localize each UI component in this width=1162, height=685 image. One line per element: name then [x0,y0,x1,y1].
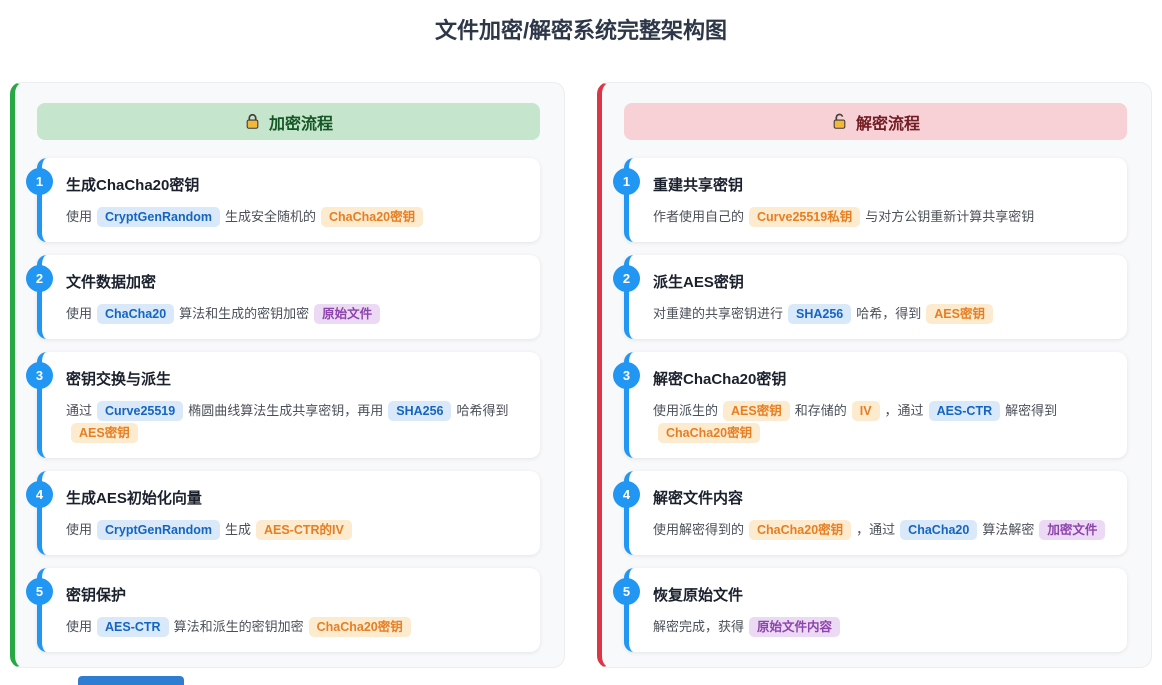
step-number-badge: 5 [613,578,640,605]
step-number-badge: 3 [613,362,640,389]
keyword-badge-orange: ChaCha20密钥 [309,617,411,637]
step-title: 文件数据加密 [66,271,524,292]
keyword-badge-blue: CryptGenRandom [97,207,220,227]
flow-columns: 加密流程 1 生成ChaCha20密钥 使用CryptGenRandom生成安全… [0,82,1162,668]
description-text: 算法解密 [982,522,1034,537]
step-title: 恢复原始文件 [653,584,1111,605]
description-text: 哈希得到 [456,403,508,418]
keyword-badge-orange: Curve25519私钥 [749,207,860,227]
description-text: 生成 [225,522,251,537]
step-title: 重建共享密钥 [653,174,1111,195]
step-card: 3 解密ChaCha20密钥 使用派生的AES密钥和存储的IV，通过AES-CT… [624,352,1127,458]
description-text: 算法和派生的密钥加密 [174,619,304,634]
step-card: 5 恢复原始文件 解密完成，获得原始文件内容 [624,568,1127,652]
description-text: 使用解密得到的 [653,522,744,537]
step-title: 生成ChaCha20密钥 [66,174,524,195]
step-number-badge: 5 [26,578,53,605]
description-text: 解密得到 [1005,403,1057,418]
step-title: 解密ChaCha20密钥 [653,368,1111,389]
keyword-badge-blue: AES-CTR [97,617,169,637]
keyword-badge-purple: 原始文件 [314,304,380,324]
description-text: 生成安全随机的 [225,209,316,224]
step-card: 1 重建共享密钥 作者使用自己的Curve25519私钥与对方公钥重新计算共享密… [624,158,1127,242]
step-description: 使用 AES-CTR 算法和派生的密钥加密 ChaCha20密钥 [66,616,524,638]
description-text: ，通过 [856,522,895,537]
keyword-badge-blue: SHA256 [388,401,451,421]
keyword-badge-orange: ChaCha20密钥 [749,520,851,540]
keyword-badge-orange: ChaCha20密钥 [321,207,423,227]
keyword-badge-orange: AES密钥 [926,304,993,324]
step-description: 对重建的共享密钥进行 SHA256 哈希，得到 AES密钥 [653,303,1111,325]
step-list: 1 重建共享密钥 作者使用自己的Curve25519私钥与对方公钥重新计算共享密… [624,158,1127,652]
description-text: 和存储的 [795,403,847,418]
step-description: 使用 CryptGenRandom 生成 AES-CTR的IV [66,519,524,541]
description-text: 与对方公钥重新计算共享密钥 [865,209,1034,224]
step-list: 1 生成ChaCha20密钥 使用CryptGenRandom生成安全随机的Ch… [37,158,540,652]
step-title: 派生AES密钥 [653,271,1111,292]
description-text: ，通过 [885,403,924,418]
keyword-badge-blue: ChaCha20 [97,304,174,324]
step-description: 通过 Curve25519 椭圆曲线算法生成共享密钥，再用 SHA256 哈希得到 AES… [66,400,524,444]
keyword-badge-orange: ChaCha20密钥 [658,423,760,443]
keyword-badge-orange: AES密钥 [723,401,790,421]
keyword-badge-blue: ChaCha20 [900,520,977,540]
keyword-badge-purple: 原始文件内容 [749,617,840,637]
keyword-badge-blue: CryptGenRandom [97,520,220,540]
step-description: 使用解密得到的 ChaCha20密钥 ，通过 ChaCha20 算法解密加密文件 [653,519,1111,541]
keyword-badge-blue: SHA256 [788,304,851,324]
description-text: 哈希，得到 [856,306,921,321]
step-description: 使用 ChaCha20 算法和生成的密钥加密原始文件 [66,303,524,325]
step-card: 5 密钥保护 使用AES-CTR算法和派生的密钥加密ChaCha20密钥 [37,568,540,652]
description-text: 使用 [66,306,92,321]
lock-closed-icon [244,113,261,130]
step-description: 作者使用自己的 Curve25519私钥与对方公钥重新计算共享密钥 [653,206,1111,228]
step-description: 解密完成，获得原始文件内容 [653,616,1111,638]
description-text: 解密完成，获得 [653,619,744,634]
description-text: 使用派生的 [653,403,718,418]
keyword-badge-orange: AES密钥 [71,423,138,443]
flow-panel-decrypt: 解密流程 1 重建共享密钥 作者使用自己的 Curve25519私钥与对方公钥重新… [597,82,1152,668]
panel-header: 加密流程 [37,103,540,140]
clipped-blue-element [78,676,184,685]
step-card: 1 生成ChaCha20密钥 使用CryptGenRandom生成安全随机的Ch… [37,158,540,242]
step-number-badge: 1 [26,168,53,195]
step-number-badge: 2 [26,265,53,292]
step-number-badge: 4 [26,481,53,508]
step-number-badge: 1 [613,168,640,195]
keyword-badge-orange: IV [852,401,880,421]
step-number-badge: 4 [613,481,640,508]
step-title: 生成AES初始化向量 [66,487,524,508]
panel-title: 解密流程 [856,110,920,134]
panel-title: 加密流程 [269,110,333,134]
step-card: 4 解密文件内容 使用解密得到的ChaCha20密钥，通过ChaCha20算法解… [624,471,1127,555]
description-text: 使用 [66,522,92,537]
keyword-badge-orange: AES-CTR的IV [256,520,352,540]
step-title: 解密文件内容 [653,487,1111,508]
page-title: 文件加密/解密系统完整架构图 [0,0,1162,45]
description-text: 椭圆曲线算法生成共享密钥，再用 [188,403,383,418]
step-description: 使用 CryptGenRandom 生成安全随机的 ChaCha20密钥 [66,206,524,228]
description-text: 作者使用自己的 [653,209,744,224]
step-description: 使用派生的 AES密钥和存储的 IV ，通过 AES-CTR 解密得到 ChaCha20密钥 [653,400,1111,444]
description-text: 使用 [66,209,92,224]
description-text: 算法和生成的密钥加密 [179,306,309,321]
keyword-badge-purple: 加密文件 [1039,520,1105,540]
step-card: 2 文件数据加密 使用ChaCha20算法和生成的密钥加密原始文件 [37,255,540,339]
step-card: 2 派生AES密钥 对重建的共享密钥进行SHA256哈希，得到AES密钥 [624,255,1127,339]
step-title: 密钥交换与派生 [66,368,524,389]
keyword-badge-blue: Curve25519 [97,401,183,421]
description-text: 通过 [66,403,92,418]
step-card: 4 生成AES初始化向量 使用CryptGenRandom生成AES-CTR的I… [37,471,540,555]
step-card: 3 密钥交换与派生 通过Curve25519椭圆曲线算法生成共享密钥，再用SHA… [37,352,540,458]
flow-panel-encrypt: 加密流程 1 生成ChaCha20密钥 使用CryptGenRandom生成安全… [10,82,565,668]
step-title: 密钥保护 [66,584,524,605]
description-text: 对重建的共享密钥进行 [653,306,783,321]
panel-header: 解密流程 [624,103,1127,140]
step-number-badge: 3 [26,362,53,389]
description-text: 使用 [66,619,92,634]
step-number-badge: 2 [613,265,640,292]
keyword-badge-blue: AES-CTR [929,401,1001,421]
lock-open-icon [831,113,848,130]
